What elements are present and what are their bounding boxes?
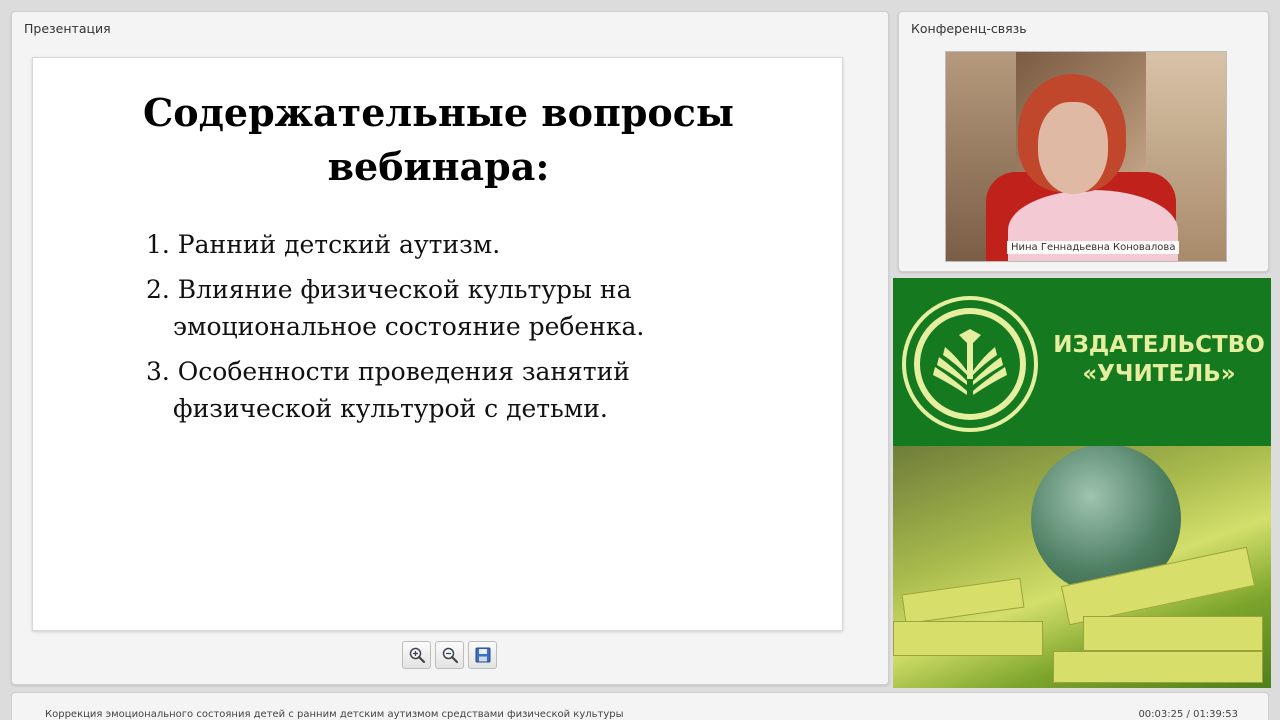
publisher-logo-icon <box>902 296 1038 432</box>
zoom-out-icon <box>442 647 458 664</box>
slide: Содержательные вопросы вебинара: 1. Ранн… <box>32 57 843 631</box>
save-icon <box>475 647 490 663</box>
status-bar: Коррекция эмоционального состояния детей… <box>11 692 1269 720</box>
slide-title-line2: вебинара: <box>327 144 550 189</box>
publisher-banner-top: ИЗДАТЕЛЬСТВО «УЧИТЕЛЬ» <box>893 278 1271 446</box>
slide-title: Содержательные вопросы вебинара: <box>33 86 844 194</box>
slide-list-item: 2. Влияние физической культуры на эмоцио… <box>146 275 645 341</box>
webinar-title: Коррекция эмоционального состояния детей… <box>45 709 624 720</box>
presentation-panel-title: Презентация <box>24 21 111 36</box>
book-image <box>893 621 1043 656</box>
zoom-in-icon <box>409 647 425 664</box>
save-button[interactable] <box>468 641 497 669</box>
slide-list: 1. Ранний детский аутизм. 2. Влияние физ… <box>146 226 786 435</box>
video-speaker-face <box>1038 102 1108 194</box>
zoom-out-button[interactable] <box>435 641 464 669</box>
speaker-name-label: Нина Геннадьевна Коновалова <box>1007 241 1180 254</box>
speaker-video[interactable]: Нина Геннадьевна Коновалова <box>945 51 1227 262</box>
slide-toolbar <box>402 641 497 669</box>
slide-list-item: 1. Ранний детский аутизм. <box>146 230 501 259</box>
conference-panel: Конференц-связь Нина Геннадьевна Коновал… <box>898 11 1269 272</box>
slide-list-item: 3. Особенности проведения занятий физиче… <box>146 357 630 423</box>
publisher-banner-image <box>893 446 1271 688</box>
book-image <box>901 577 1025 625</box>
publisher-name: ИЗДАТЕЛЬСТВО «УЧИТЕЛЬ» <box>1053 331 1265 389</box>
publisher-banner[interactable]: ИЗДАТЕЛЬСТВО «УЧИТЕЛЬ» <box>893 278 1271 688</box>
publisher-name-line1: ИЗДАТЕЛЬСТВО <box>1053 332 1265 358</box>
slide-title-line1: Содержательные вопросы <box>143 90 734 135</box>
publisher-name-line2: «УЧИТЕЛЬ» <box>1082 361 1236 387</box>
playback-time: 00:03:25 / 01:39:53 <box>1138 709 1238 720</box>
presentation-panel: Презентация Содержательные вопросы вебин… <box>11 11 889 685</box>
book-image <box>1053 651 1263 683</box>
conference-panel-title: Конференц-связь <box>911 21 1027 36</box>
book-image <box>1083 616 1263 651</box>
zoom-in-button[interactable] <box>402 641 431 669</box>
